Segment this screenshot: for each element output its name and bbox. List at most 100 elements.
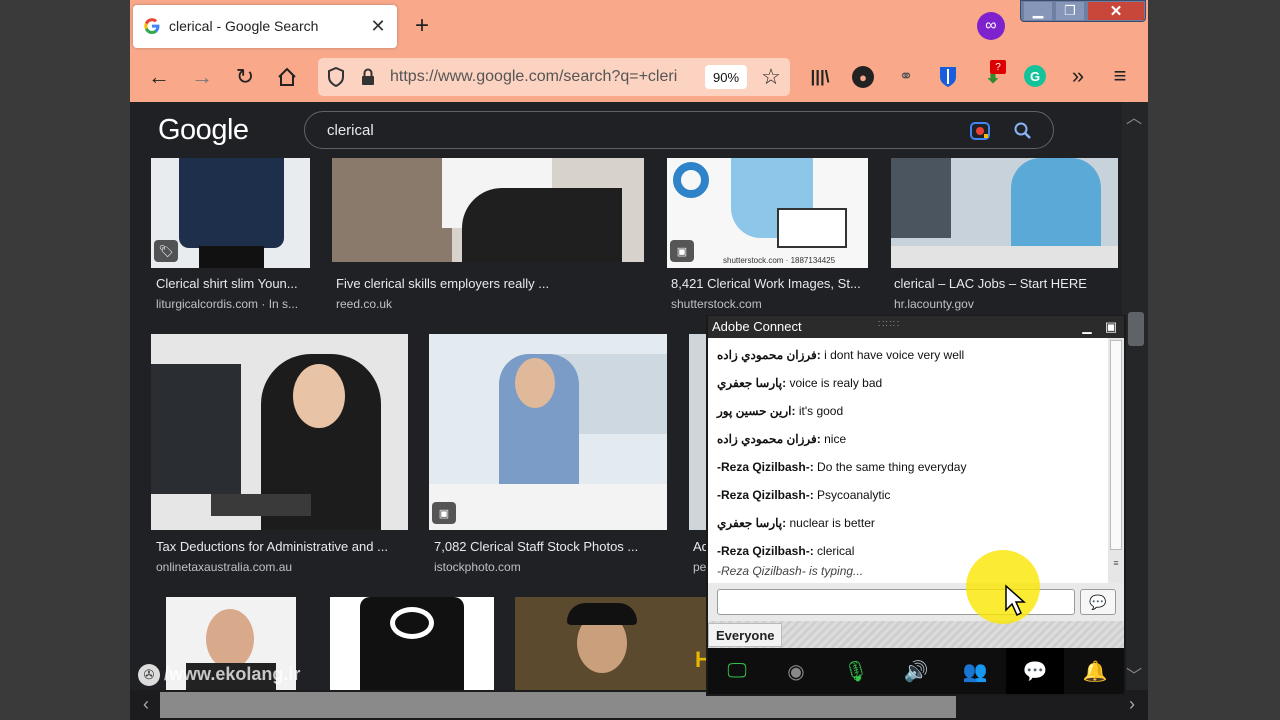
result-title[interactable]: Five clerical skills employers really ..… bbox=[336, 276, 644, 291]
monitor-illustration bbox=[151, 364, 241, 494]
shield-icon[interactable] bbox=[327, 66, 345, 88]
message-text: nice bbox=[824, 432, 847, 446]
home-icon[interactable] bbox=[276, 66, 298, 88]
result-image[interactable]: shutterstock.com · 1887134425 ▣ bbox=[667, 158, 868, 268]
chat-message: فرزان محمودي زاده: nice bbox=[717, 432, 847, 446]
webcam-icon[interactable]: ◉ bbox=[767, 648, 825, 694]
result-image[interactable] bbox=[891, 158, 1118, 268]
result-source[interactable]: liturgicalcordis.com · In s... bbox=[156, 297, 308, 311]
result-image[interactable]: ▣ bbox=[429, 334, 667, 530]
url-text[interactable]: https://www.google.com/search?q=+cleri bbox=[390, 68, 696, 86]
bookmark-star-icon[interactable]: ☆ bbox=[758, 64, 784, 90]
speaker-icon[interactable]: 🔊 bbox=[887, 648, 945, 694]
sender-name: پارسا جعفري bbox=[717, 376, 783, 390]
sender-name: ارین حسین پور bbox=[717, 404, 792, 418]
library-icon[interactable]: |||\ bbox=[808, 66, 832, 88]
adobe-connect-titlebar[interactable]: Adobe Connect ∷∷∷ ▁ ▣ bbox=[708, 316, 1124, 338]
sender-name: فرزان محمودي زاده bbox=[717, 348, 817, 362]
result-image[interactable] bbox=[330, 597, 494, 690]
scroll-grip-icon[interactable]: ≡ bbox=[1110, 556, 1122, 570]
result-source[interactable]: reed.co.uk bbox=[336, 297, 536, 311]
search-box[interactable]: clerical bbox=[304, 111, 1054, 149]
lens-camera-icon[interactable] bbox=[969, 121, 991, 141]
chat-message: فرزان محمودي زاده: i dont have voice ver… bbox=[717, 348, 965, 362]
send-message-button[interactable]: 💬 bbox=[1080, 589, 1116, 615]
desk-surface bbox=[891, 246, 1118, 268]
result-image[interactable] bbox=[151, 334, 408, 530]
bitwarden-shield-icon[interactable] bbox=[938, 65, 958, 89]
audience-tab-everyone[interactable]: Everyone bbox=[708, 623, 782, 647]
share-screen-icon[interactable]: 🖵 bbox=[708, 648, 766, 694]
trousers-illustration bbox=[199, 246, 264, 268]
sleeve-illustration bbox=[462, 188, 622, 262]
mouse-pointer-icon bbox=[1004, 584, 1028, 618]
result-image[interactable]: 🏷 bbox=[151, 158, 310, 268]
forward-icon[interactable]: → bbox=[189, 64, 215, 90]
result-image[interactable] bbox=[332, 158, 644, 262]
image-icon: ▣ bbox=[670, 240, 694, 262]
chat-scrollbar-thumb[interactable] bbox=[1110, 340, 1122, 550]
result-title[interactable]: Tax Deductions for Administrative and ..… bbox=[156, 539, 406, 554]
microphone-icon[interactable]: 🎙 bbox=[827, 648, 885, 694]
chat-bubble-icon[interactable]: 💬 bbox=[1006, 648, 1064, 694]
browser-tab[interactable]: clerical - Google Search ✕ bbox=[133, 5, 397, 48]
result-source[interactable]: shutterstock.com bbox=[671, 297, 867, 311]
result-title[interactable]: Clerical shirt slim Youn... bbox=[156, 276, 306, 291]
result-source[interactable]: hr.lacounty.gov bbox=[894, 297, 1094, 311]
illustration-laptop bbox=[777, 208, 847, 248]
message-text: it's good bbox=[798, 404, 844, 418]
chat-message: پارسا جعفري: nuclear is better bbox=[717, 516, 875, 530]
result-title[interactable]: clerical – LAC Jobs – Start HERE bbox=[894, 276, 1118, 291]
more-tools-chevron-icon[interactable]: » bbox=[1066, 63, 1090, 88]
scroll-down-chevron-icon[interactable]: ﹀ bbox=[1124, 664, 1144, 685]
site-watermark: /www.ekolang.ir bbox=[164, 664, 301, 684]
face-illustration bbox=[293, 364, 345, 428]
maximize-pod-icon[interactable]: ▣ bbox=[1102, 318, 1120, 336]
film-reel-icon: ✇ bbox=[138, 664, 160, 686]
typing-indicator: -Reza Qizilbash- is typing... bbox=[717, 564, 864, 578]
scrollbar-thumb[interactable] bbox=[1128, 312, 1144, 346]
google-favicon-icon bbox=[143, 17, 161, 35]
maximize-icon[interactable]: ❐ bbox=[1056, 2, 1084, 20]
result-title[interactable]: 7,082 Clerical Staff Stock Photos ... bbox=[434, 539, 668, 554]
sender-name: فرزان محمودي زاده bbox=[717, 432, 817, 446]
close-tab-icon[interactable]: ✕ bbox=[367, 15, 389, 37]
scroll-up-chevron-icon[interactable]: ︿ bbox=[1124, 106, 1144, 127]
illustration-circle bbox=[673, 162, 709, 198]
result-title[interactable]: 8,421 Clerical Work Images, St... bbox=[671, 276, 867, 291]
scroll-right-chevron-icon[interactable]: › bbox=[1122, 694, 1142, 714]
reload-icon[interactable]: ↻ bbox=[232, 64, 258, 90]
result-image[interactable]: H bbox=[515, 597, 715, 690]
sender-name: -Reza Qizilbash- bbox=[717, 460, 810, 474]
search-input[interactable]: clerical bbox=[327, 122, 374, 139]
google-logo[interactable]: Google bbox=[158, 114, 249, 147]
drag-handle-icon[interactable]: ∷∷∷ bbox=[878, 319, 900, 330]
minimize-pod-icon[interactable]: ▁ bbox=[1078, 318, 1096, 336]
tab-title: clerical - Google Search bbox=[169, 18, 319, 34]
close-window-icon[interactable]: ✕ bbox=[1088, 2, 1144, 20]
monitor-row bbox=[891, 158, 951, 238]
image-icon: ▣ bbox=[432, 502, 456, 524]
minimize-icon[interactable]: ▁ bbox=[1024, 2, 1052, 20]
back-icon[interactable]: ← bbox=[146, 64, 172, 90]
extension-link-icon[interactable]: ⚭ bbox=[894, 66, 918, 88]
new-tab-icon[interactable]: + bbox=[410, 12, 434, 39]
keyboard-illustration bbox=[211, 494, 311, 516]
attendees-icon[interactable]: 👥 bbox=[946, 648, 1004, 694]
zoom-badge[interactable]: 90% bbox=[705, 65, 747, 89]
sender-name: -Reza Qizilbash- bbox=[717, 488, 810, 502]
scroll-left-chevron-icon[interactable]: ‹ bbox=[136, 694, 156, 714]
result-source[interactable]: istockphoto.com bbox=[434, 560, 668, 574]
search-icon[interactable] bbox=[1013, 121, 1033, 141]
result-source[interactable]: onlinetaxaustralia.com.au bbox=[156, 560, 406, 574]
grammarly-icon[interactable]: G bbox=[1024, 65, 1046, 87]
cursor-highlight bbox=[966, 550, 1040, 624]
lock-icon[interactable] bbox=[360, 67, 376, 87]
url-bar[interactable]: https://www.google.com/search?q=+cleri 9… bbox=[318, 58, 790, 96]
photo-shade bbox=[332, 158, 452, 262]
notification-bell-icon[interactable]: 🔔 bbox=[1066, 648, 1124, 694]
message-text: nuclear is better bbox=[789, 516, 875, 530]
account-icon[interactable]: ● bbox=[852, 66, 874, 88]
menu-hamburger-icon[interactable]: ≡ bbox=[1108, 63, 1132, 88]
tag-icon: 🏷 bbox=[154, 240, 178, 262]
